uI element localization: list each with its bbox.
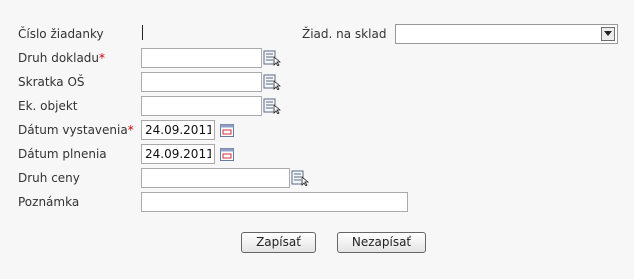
cancel-button[interactable]: Nezapísať <box>337 232 426 253</box>
lookup-list-icon[interactable] <box>290 168 310 188</box>
lookup-list-icon[interactable] <box>262 96 282 116</box>
save-button[interactable]: Zapísať <box>241 232 316 253</box>
calendar-icon[interactable] <box>219 122 235 138</box>
lookup-list-icon[interactable] <box>262 48 282 68</box>
ziad-na-sklad-label: Žiad. na sklad <box>302 27 387 41</box>
datum-vystavenia-label-text: Dátum vystavenia <box>18 123 128 137</box>
ek-objekt-input[interactable] <box>141 96 262 116</box>
poznamka-label: Poznámka <box>18 195 80 209</box>
calendar-icon[interactable] <box>219 146 235 162</box>
datum-vystavenia-input[interactable] <box>141 120 215 140</box>
druh-dokladu-input[interactable] <box>141 48 262 68</box>
skratka-os-input[interactable] <box>141 72 262 92</box>
poznamka-input[interactable] <box>141 192 408 212</box>
ek-objekt-label: Ek. objekt <box>18 99 78 113</box>
skratka-os-label: Skratka OŠ <box>18 75 85 89</box>
datum-plnenia-label: Dátum plnenia <box>18 147 107 161</box>
required-mark: * <box>127 123 134 137</box>
druh-dokladu-label-text: Druh dokladu <box>18 51 100 65</box>
datum-vystavenia-label: Dátum vystavenia* <box>18 122 134 138</box>
required-mark: * <box>99 51 106 65</box>
cislo-ziadanky-label: Číslo žiadanky <box>18 27 104 41</box>
cislo-ziadanky-value[interactable] <box>142 25 143 40</box>
ziad-na-sklad-select[interactable] <box>395 24 618 44</box>
datum-plnenia-input[interactable] <box>141 144 215 164</box>
druh-dokladu-label: Druh dokladu* <box>18 50 105 66</box>
druh-ceny-input[interactable] <box>141 168 290 188</box>
lookup-list-icon[interactable] <box>262 72 282 92</box>
druh-ceny-label: Druh ceny <box>18 171 80 185</box>
order-form: Číslo žiadanky Žiad. na sklad Druh dokla… <box>0 0 634 279</box>
dropdown-arrow-icon[interactable] <box>601 27 615 41</box>
